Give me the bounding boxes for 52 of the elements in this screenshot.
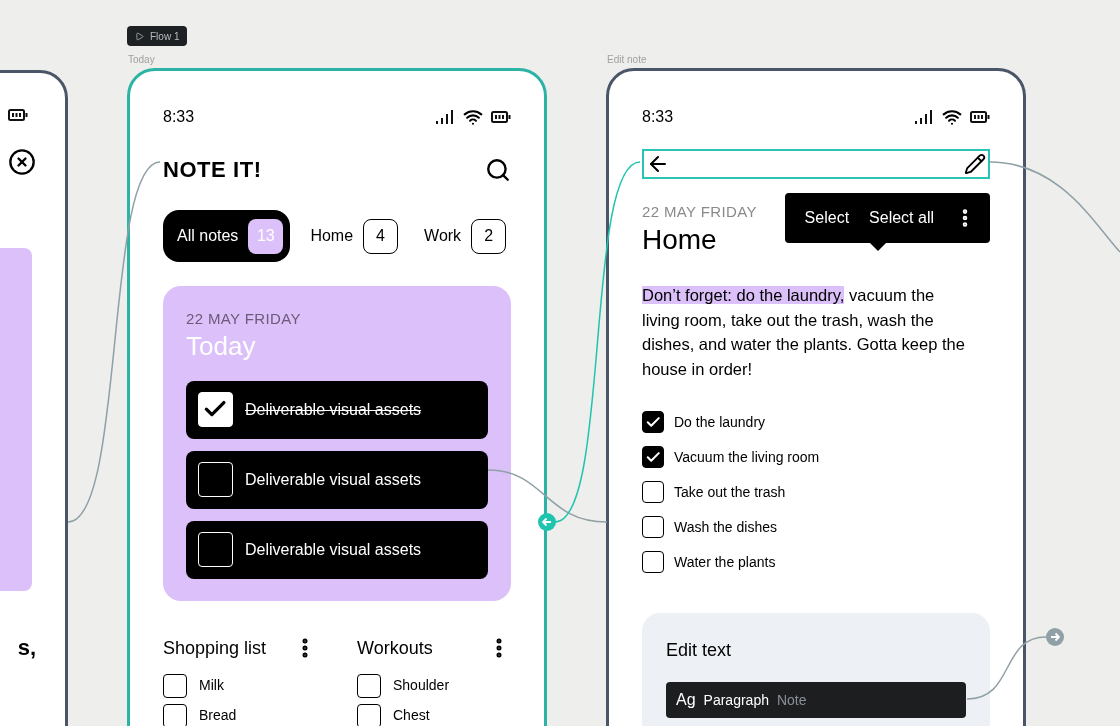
battery-icon (491, 111, 511, 123)
note-date: 22 MAY FRIDAY (642, 202, 757, 222)
note-title: Home (642, 223, 717, 256)
menu-option[interactable]: Select (804, 206, 850, 230)
checkbox[interactable] (642, 516, 664, 538)
checklist-item: Vacuum the living room (674, 447, 820, 467)
checklist-item: Water the plants (674, 552, 776, 572)
close-icon[interactable] (8, 148, 36, 176)
text-style-field[interactable]: Ag Paragraph Note (666, 682, 966, 718)
list-title: Workouts (357, 636, 433, 660)
checkbox[interactable] (642, 411, 664, 433)
checklist-item: Take out the trash (674, 482, 786, 502)
checkbox[interactable] (642, 481, 664, 503)
card-title: Today (186, 330, 257, 361)
note-body: Don’t forget: do the laundry, vacuum the living room, take out the trash, wash the dishes, and water the plants. Gotta keep the house in order! (642, 285, 966, 380)
flow-label[interactable]: Flow 1 (127, 26, 188, 46)
checkbox[interactable] (642, 551, 664, 573)
list-item: Milk (199, 676, 224, 695)
checkbox[interactable] (642, 446, 664, 468)
battery-icon (970, 111, 990, 123)
wifi-icon (463, 107, 483, 127)
status-time: 8:33 (163, 107, 195, 127)
task-item[interactable]: Deliverable visual assets (186, 450, 488, 509)
app-title: NOTE IT! (163, 156, 262, 184)
panel-title: Edit text (666, 639, 733, 662)
task-item[interactable]: Deliverable visual assets (186, 380, 488, 439)
checkbox[interactable] (163, 703, 187, 726)
frame-label: Edit note (607, 53, 647, 67)
wifi-icon (942, 107, 962, 127)
checklist-item: Wash the dishes (674, 517, 777, 537)
signal-icon (435, 110, 455, 124)
battery-icon (8, 109, 28, 121)
card-date: 22 MAY FRIDAY (186, 309, 302, 329)
menu-option[interactable]: Select all (869, 206, 934, 230)
signal-icon (914, 110, 934, 124)
checkbox[interactable] (357, 703, 381, 726)
filter-tab[interactable]: All notes 13 (163, 210, 291, 262)
frame-label: Today (128, 53, 155, 67)
list-title: Shopping list (163, 636, 267, 660)
arrow-right-icon (1046, 628, 1064, 646)
checkbox[interactable] (357, 673, 381, 698)
checklist-item: Do the laundry (674, 412, 766, 432)
search-icon[interactable] (485, 156, 511, 183)
list-item: Chest (393, 706, 430, 725)
list-item: Shoulder (393, 676, 450, 695)
note-text: s, (17, 634, 36, 662)
task-item[interactable]: Deliverable visual assets (186, 520, 488, 579)
status-time: 8:33 (642, 107, 674, 127)
edit-icon[interactable] (964, 153, 986, 175)
play-icon (135, 31, 144, 41)
list-item: Bread (199, 706, 237, 725)
checkbox[interactable] (163, 673, 187, 698)
